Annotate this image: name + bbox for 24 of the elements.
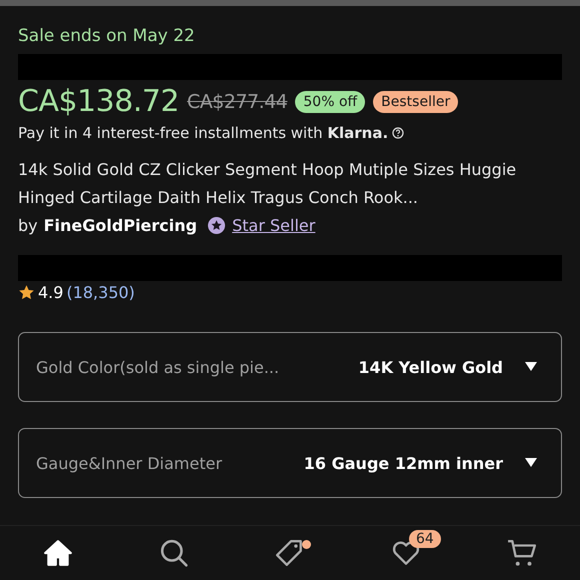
favorites-count-badge: 64 — [409, 530, 441, 548]
star-seller-link[interactable]: Star Seller — [232, 216, 316, 235]
product-title: 14k Solid Gold CZ Clicker Segment Hoop Mutiple Sizes Huggie Hinged Cartilage Daith Helix Tragus Conch Rook... — [18, 159, 518, 209]
option-dropdown[interactable]: Gold Color(sold as single pie... 14K Yellow Gold — [18, 332, 562, 402]
review-count[interactable]: (18,350) — [66, 283, 135, 302]
sale-notice: Sale ends on May 22 — [18, 26, 196, 46]
option-dropdown[interactable]: Gauge&Inner Diameter 16 Gauge 12mm inner — [18, 428, 562, 498]
seller-name[interactable]: FineGoldPiercing — [44, 216, 198, 235]
caret-icon — [525, 362, 537, 372]
seller-prefix: by — [18, 216, 38, 235]
star-icon — [18, 284, 35, 301]
star-seller-icon — [207, 216, 226, 235]
installments-text: Pay it in 4 interest-free installments with Klarna. — [18, 124, 388, 142]
home-icon[interactable] — [43, 538, 73, 568]
original-price: CA$277.44 — [187, 90, 288, 112]
help-icon[interactable] — [392, 127, 404, 139]
bestseller-badge: Bestseller — [373, 90, 458, 112]
caret-icon — [525, 458, 537, 468]
sale-price: CA$138.72 — [18, 84, 180, 119]
cart-icon[interactable] — [507, 538, 537, 568]
search-icon[interactable] — [159, 538, 189, 568]
rating-score: 4.9 — [38, 283, 64, 302]
tag-icon[interactable] — [275, 538, 305, 568]
discount-badge: 50% off — [295, 90, 366, 112]
